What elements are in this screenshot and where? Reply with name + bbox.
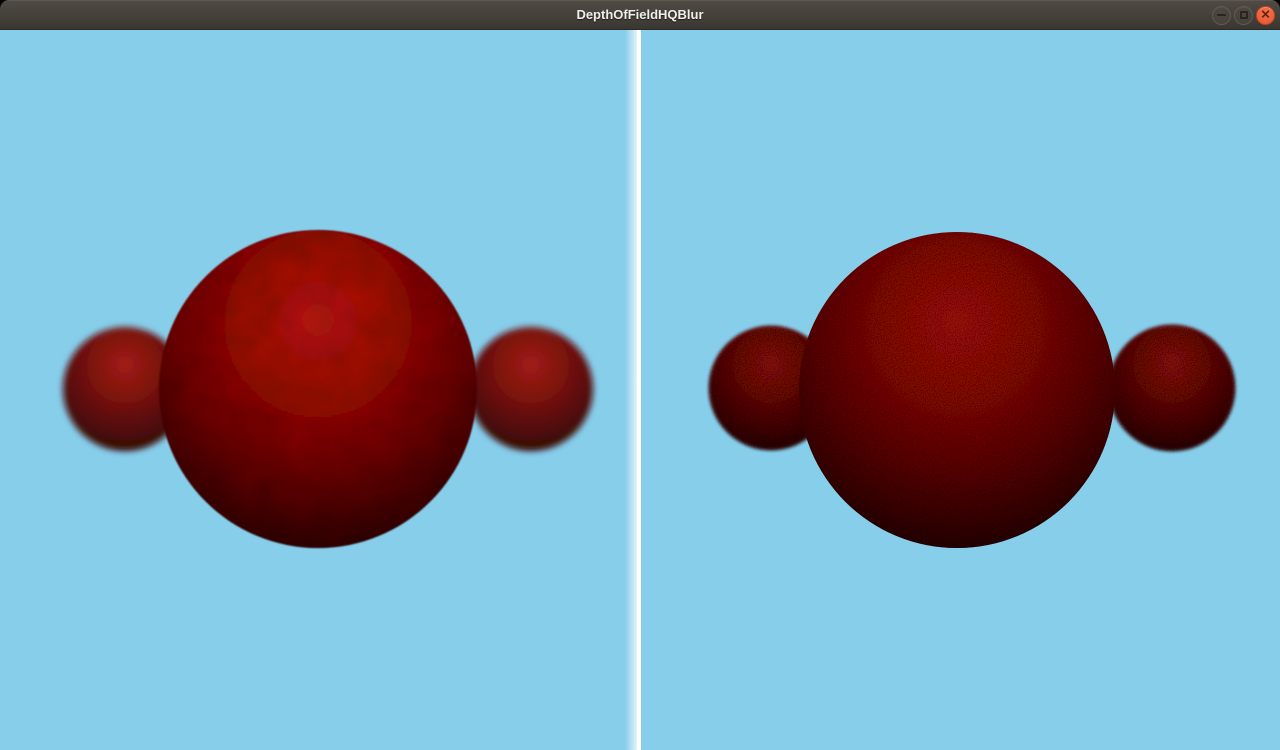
minimize-icon bbox=[1217, 14, 1226, 16]
small-sphere-right bbox=[469, 327, 593, 451]
small-sphere-right bbox=[1109, 325, 1235, 451]
close-icon: ✕ bbox=[1260, 9, 1270, 21]
render-panel-smooth bbox=[0, 30, 637, 750]
large-sphere bbox=[159, 230, 477, 548]
render-panel-noisy bbox=[641, 30, 1280, 750]
large-sphere bbox=[799, 232, 1115, 548]
window-title: DepthOfFieldHQBlur bbox=[0, 0, 1280, 30]
smooth-render-viewport bbox=[0, 30, 637, 750]
render-content bbox=[0, 30, 1280, 750]
maximize-icon bbox=[1240, 11, 1248, 19]
app-window: DepthOfFieldHQBlur ✕ bbox=[0, 0, 1280, 750]
maximize-button[interactable] bbox=[1234, 6, 1253, 25]
titlebar[interactable]: DepthOfFieldHQBlur ✕ bbox=[0, 0, 1280, 30]
noisy-render-viewport bbox=[641, 30, 1280, 750]
minimize-button[interactable] bbox=[1212, 6, 1231, 25]
close-button[interactable]: ✕ bbox=[1256, 6, 1275, 25]
window-controls: ✕ bbox=[1212, 0, 1275, 30]
